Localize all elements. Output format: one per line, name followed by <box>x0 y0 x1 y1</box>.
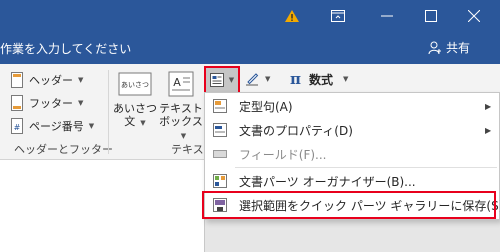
text-box-button[interactable]: A テキスト ボックス▼ <box>158 70 204 143</box>
title-bar <box>0 0 500 32</box>
text-box-icon: A <box>168 71 194 97</box>
menu-item-label: 文書のプロパティ(D) <box>239 123 353 138</box>
header-label: ヘッダー <box>29 74 73 87</box>
chevron-down-icon: ▼ <box>140 119 146 127</box>
menu-item-field[interactable]: フィールド(F)... <box>205 142 499 166</box>
warning-icon[interactable] <box>280 0 304 32</box>
chevron-down-icon: ▼ <box>228 76 235 84</box>
group-separator <box>108 70 109 154</box>
menu-item-autotext[interactable]: 定型句(A) ▶ <box>205 94 499 118</box>
greeting-icon-text: あいさつ <box>121 81 149 89</box>
chevron-down-icon: ▼ <box>78 76 84 84</box>
greeting-label-line1: あいさつ <box>113 102 157 115</box>
svg-text:#: # <box>14 123 21 132</box>
chevron-right-icon: ▶ <box>485 125 492 135</box>
menu-item-building-blocks-organizer[interactable]: 文書パーツ オーガナイザー(B)... <box>205 169 499 193</box>
header-icon <box>11 72 23 88</box>
page-number-label: ページ番号 <box>29 120 84 133</box>
group-label-header-footer: ヘッダーとフッター <box>14 143 113 156</box>
footer-label: フッター <box>29 97 73 110</box>
greeting-letter-icon: あいさつ <box>118 72 152 96</box>
greeting-label-line2: 文 <box>124 115 136 128</box>
document-property-icon <box>213 123 227 137</box>
chevron-down-icon: ▼ <box>88 122 95 130</box>
chevron-down-icon: ▼ <box>343 75 349 83</box>
close-icon[interactable] <box>458 0 490 32</box>
maximize-icon[interactable] <box>418 0 444 32</box>
pi-icon: π <box>290 70 301 88</box>
greeting-button[interactable]: あいさつ あいさつ 文 ▼ <box>112 70 158 130</box>
menu-item-label: 文書パーツ オーガナイザー(B)... <box>239 174 416 189</box>
quick-parts-icon <box>209 73 224 87</box>
page-number-icon: # <box>11 118 23 134</box>
signature-line-button[interactable]: ▼ <box>244 70 272 88</box>
equation-button[interactable]: π 数式 ▼ <box>290 69 348 89</box>
document-page[interactable] <box>0 161 205 252</box>
menu-separator <box>235 167 497 168</box>
field-icon <box>213 150 227 158</box>
equation-label: 数式 <box>308 72 333 87</box>
tell-me-input[interactable]: 作業を入力してください <box>0 40 131 57</box>
signature-pen-icon <box>246 73 259 86</box>
chevron-right-icon: ▶ <box>485 101 492 111</box>
minimize-icon[interactable] <box>373 0 401 32</box>
group-label-text: テキス <box>171 143 204 156</box>
menu-item-label: 定型句(A) <box>239 99 293 114</box>
quick-parts-button[interactable]: ▼ <box>204 66 240 94</box>
autotext-icon <box>213 99 227 113</box>
chevron-down-icon: ▼ <box>265 75 271 83</box>
text-box-label-line2: ボックス <box>159 115 203 128</box>
chevron-down-icon: ▼ <box>78 99 84 107</box>
highlight-box <box>202 191 496 219</box>
share-button[interactable]: 共有 <box>428 39 470 56</box>
person-icon <box>428 41 441 54</box>
menu-item-document-property[interactable]: 文書のプロパティ(D) ▶ <box>205 118 499 142</box>
ribbon-display-options-icon[interactable] <box>326 0 350 32</box>
share-label: 共有 <box>446 41 471 55</box>
building-blocks-organizer-icon <box>213 174 227 188</box>
footer-button[interactable]: フッター ▼ <box>10 93 83 113</box>
text-box-label-line1: テキスト <box>159 102 203 115</box>
tell-me-bar: 作業を入力してください 共有 <box>0 32 500 64</box>
svg-text:A: A <box>173 76 181 89</box>
footer-icon <box>11 95 23 111</box>
menu-item-label: フィールド(F)... <box>239 147 327 162</box>
page-number-button[interactable]: # ページ番号 ▼ <box>10 116 94 136</box>
header-button[interactable]: ヘッダー ▼ <box>10 70 83 90</box>
